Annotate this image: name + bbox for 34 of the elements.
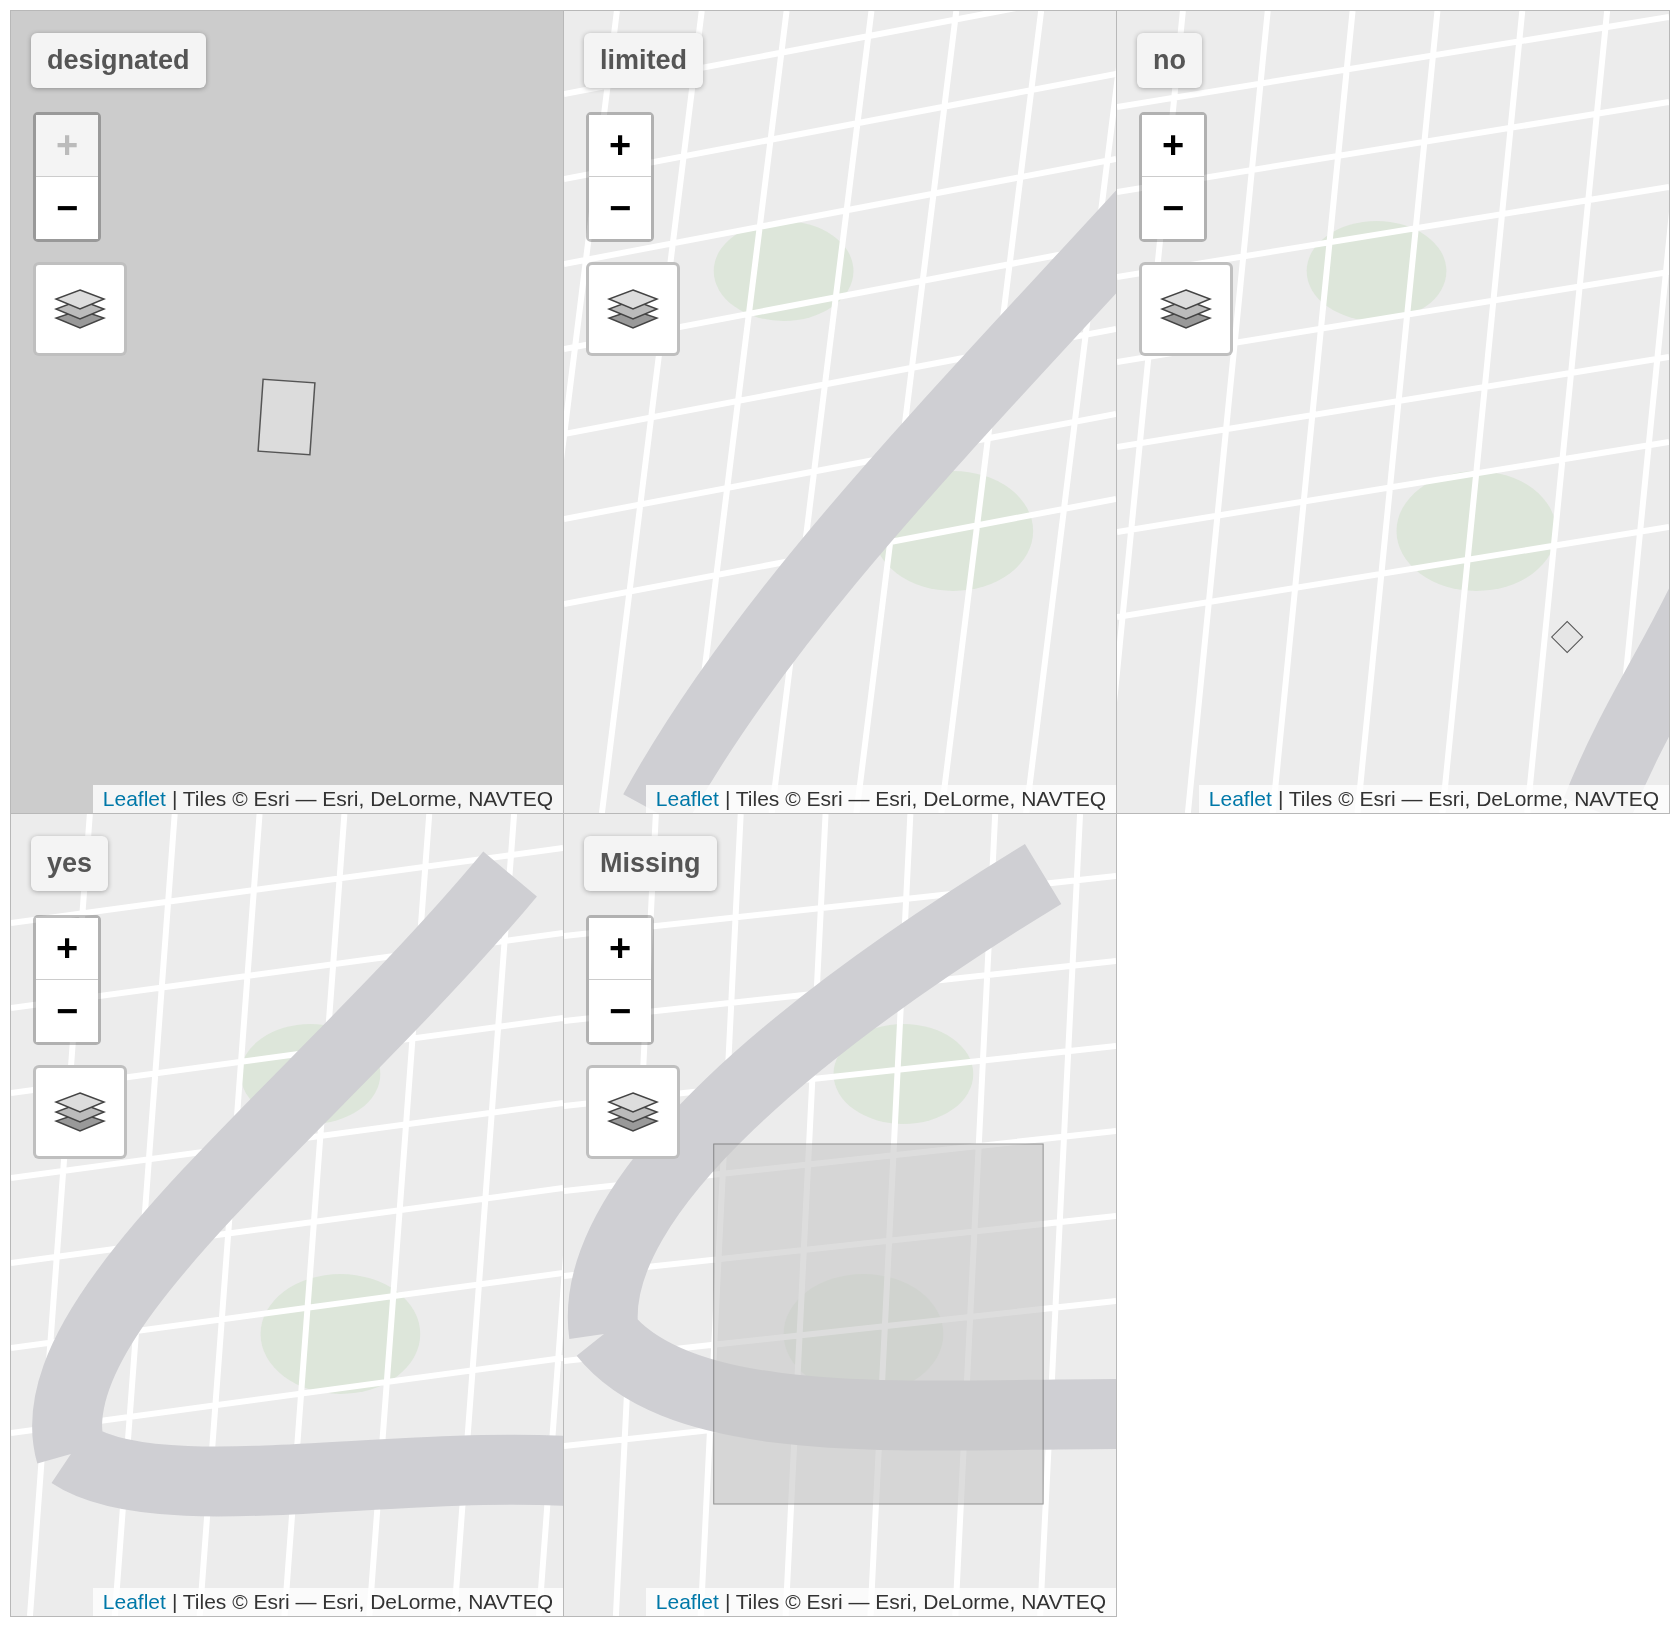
attribution-text: | Tiles © Esri — Esri, DeLorme, NAVTEQ [724, 1590, 1106, 1614]
attribution-text: | Tiles © Esri — Esri, DeLorme, NAVTEQ [724, 787, 1106, 811]
leaflet-link[interactable]: Leaflet [102, 1590, 166, 1614]
map-title: Missing [584, 836, 717, 891]
zoom-out-button[interactable]: − [589, 177, 651, 239]
attribution-text: | Tiles © Esri — Esri, DeLorme, NAVTEQ [171, 787, 553, 811]
zoom-in-button[interactable]: + [589, 115, 651, 177]
layers-icon [54, 1091, 106, 1133]
map-title: designated [31, 33, 206, 88]
layers-icon [54, 288, 106, 330]
layers-button[interactable] [586, 262, 680, 356]
attribution-text: | Tiles © Esri — Esri, DeLorme, NAVTEQ [1277, 787, 1659, 811]
zoom-in-button[interactable]: + [36, 918, 98, 980]
zoom-out-button[interactable]: − [589, 980, 651, 1042]
zoom-out-button[interactable]: − [36, 177, 98, 239]
zoom-out-button[interactable]: − [1142, 177, 1204, 239]
layers-button[interactable] [586, 1065, 680, 1159]
leaflet-link[interactable]: Leaflet [102, 787, 166, 811]
map-title: limited [584, 33, 703, 88]
leaflet-link[interactable]: Leaflet [655, 787, 719, 811]
layers-button[interactable] [1139, 262, 1233, 356]
zoom-in-button[interactable]: + [589, 918, 651, 980]
layers-button[interactable] [33, 262, 127, 356]
map-title: yes [31, 836, 109, 891]
layers-icon [1160, 288, 1212, 330]
zoom-out-button[interactable]: − [36, 980, 98, 1042]
leaflet-link[interactable]: Leaflet [655, 1590, 719, 1614]
layers-icon [607, 1091, 659, 1133]
map-title: no [1137, 33, 1202, 88]
layers-icon [607, 288, 659, 330]
layers-button[interactable] [33, 1065, 127, 1159]
zoom-in-button[interactable]: + [1142, 115, 1204, 177]
leaflet-link[interactable]: Leaflet [1208, 787, 1272, 811]
attribution-text: | Tiles © Esri — Esri, DeLorme, NAVTEQ [171, 1590, 553, 1614]
